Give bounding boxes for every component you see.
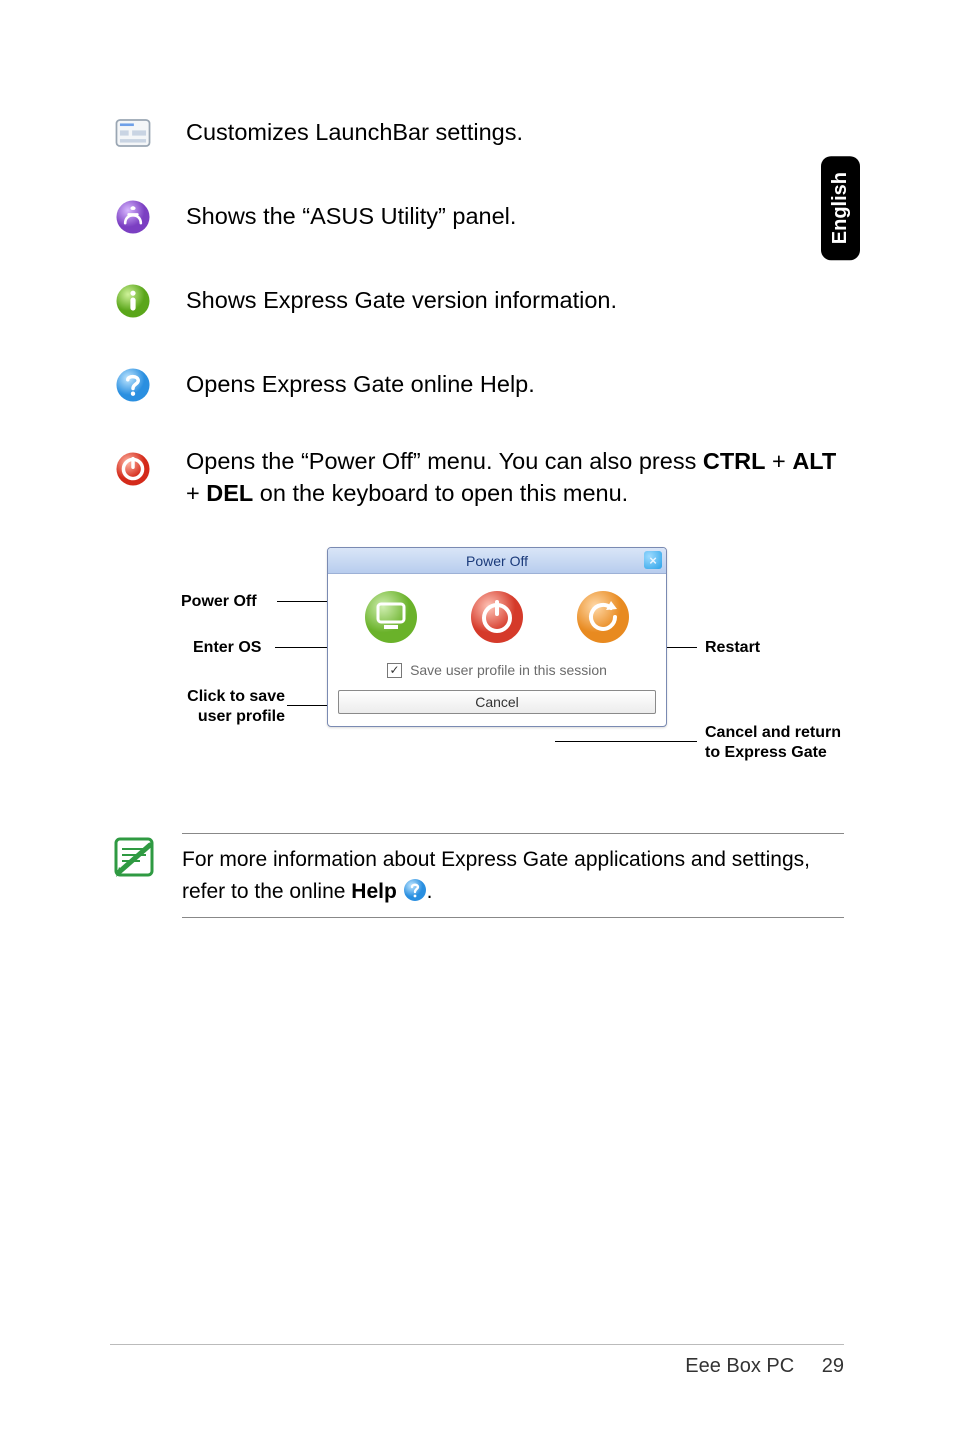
help-icon: [403, 878, 427, 902]
feature-row: Opens Express Gate online Help.: [110, 362, 844, 408]
note-help-word: Help: [351, 880, 397, 903]
callout-click-save-l2: user profile: [198, 708, 285, 725]
feature-text: Opens Express Gate online Help.: [186, 369, 535, 401]
cancel-button[interactable]: Cancel: [338, 690, 656, 714]
note-icon: [110, 833, 158, 881]
callout-power-off: Power Off: [181, 593, 257, 611]
dialog-title: Power Off: [466, 553, 528, 569]
feature-row: Shows the “ASUS Utility” panel.: [110, 194, 844, 240]
key-ctrl: CTRL: [703, 448, 766, 474]
feature-row: Opens the “Power Off” menu. You can also…: [110, 446, 844, 509]
feature-text: Shows the “ASUS Utility” panel.: [186, 201, 516, 233]
feature-text: Customizes LaunchBar settings.: [186, 117, 523, 149]
text-part: Opens the “Power Off” menu. You can also…: [186, 448, 703, 474]
language-tab: English: [821, 156, 860, 260]
power-icon: [110, 446, 156, 492]
callout-cancel-l2: to Express Gate: [705, 744, 827, 761]
note-text: For more information about Express Gate …: [182, 833, 844, 918]
save-profile-label: Save user profile in this session: [410, 662, 607, 678]
key-del: DEL: [206, 480, 253, 506]
restart-button[interactable]: [574, 588, 632, 646]
plus: +: [766, 448, 793, 474]
feature-text: Opens the “Power Off” menu. You can also…: [186, 446, 844, 509]
note-pre: For more information about Express Gate …: [182, 848, 810, 903]
footer-title: Eee Box PC: [685, 1355, 794, 1377]
help-icon: [110, 362, 156, 408]
callout-enter-os: Enter OS: [193, 639, 261, 657]
poweroff-dialog: Power Off ×: [327, 547, 667, 727]
plus: +: [186, 480, 206, 506]
save-profile-checkbox[interactable]: ✓: [387, 663, 402, 678]
key-alt: ALT: [792, 448, 836, 474]
note-box: For more information about Express Gate …: [110, 833, 844, 918]
footer-page-number: 29: [822, 1355, 844, 1377]
feature-row: Shows Express Gate version information.: [110, 278, 844, 324]
info-icon: [110, 278, 156, 324]
note-post: .: [427, 880, 433, 903]
callout-cancel-l1: Cancel and return: [705, 724, 841, 741]
power-off-button[interactable]: [468, 588, 526, 646]
feature-row: Customizes LaunchBar settings.: [110, 110, 844, 156]
feature-text: Shows Express Gate version information.: [186, 285, 617, 317]
close-icon[interactable]: ×: [644, 551, 662, 569]
launchbar-settings-icon: [110, 110, 156, 156]
callout-click-save-l1: Click to save: [187, 688, 285, 705]
poweroff-dialog-figure: Power Off Enter OS Click to save user pr…: [157, 547, 797, 777]
text-part: on the keyboard to open this menu.: [253, 480, 628, 506]
dialog-titlebar: Power Off ×: [328, 548, 666, 574]
page-footer: Eee Box PC 29: [110, 1344, 844, 1378]
asus-utility-icon: [110, 194, 156, 240]
enter-os-button[interactable]: [362, 588, 420, 646]
callout-restart: Restart: [705, 639, 760, 657]
